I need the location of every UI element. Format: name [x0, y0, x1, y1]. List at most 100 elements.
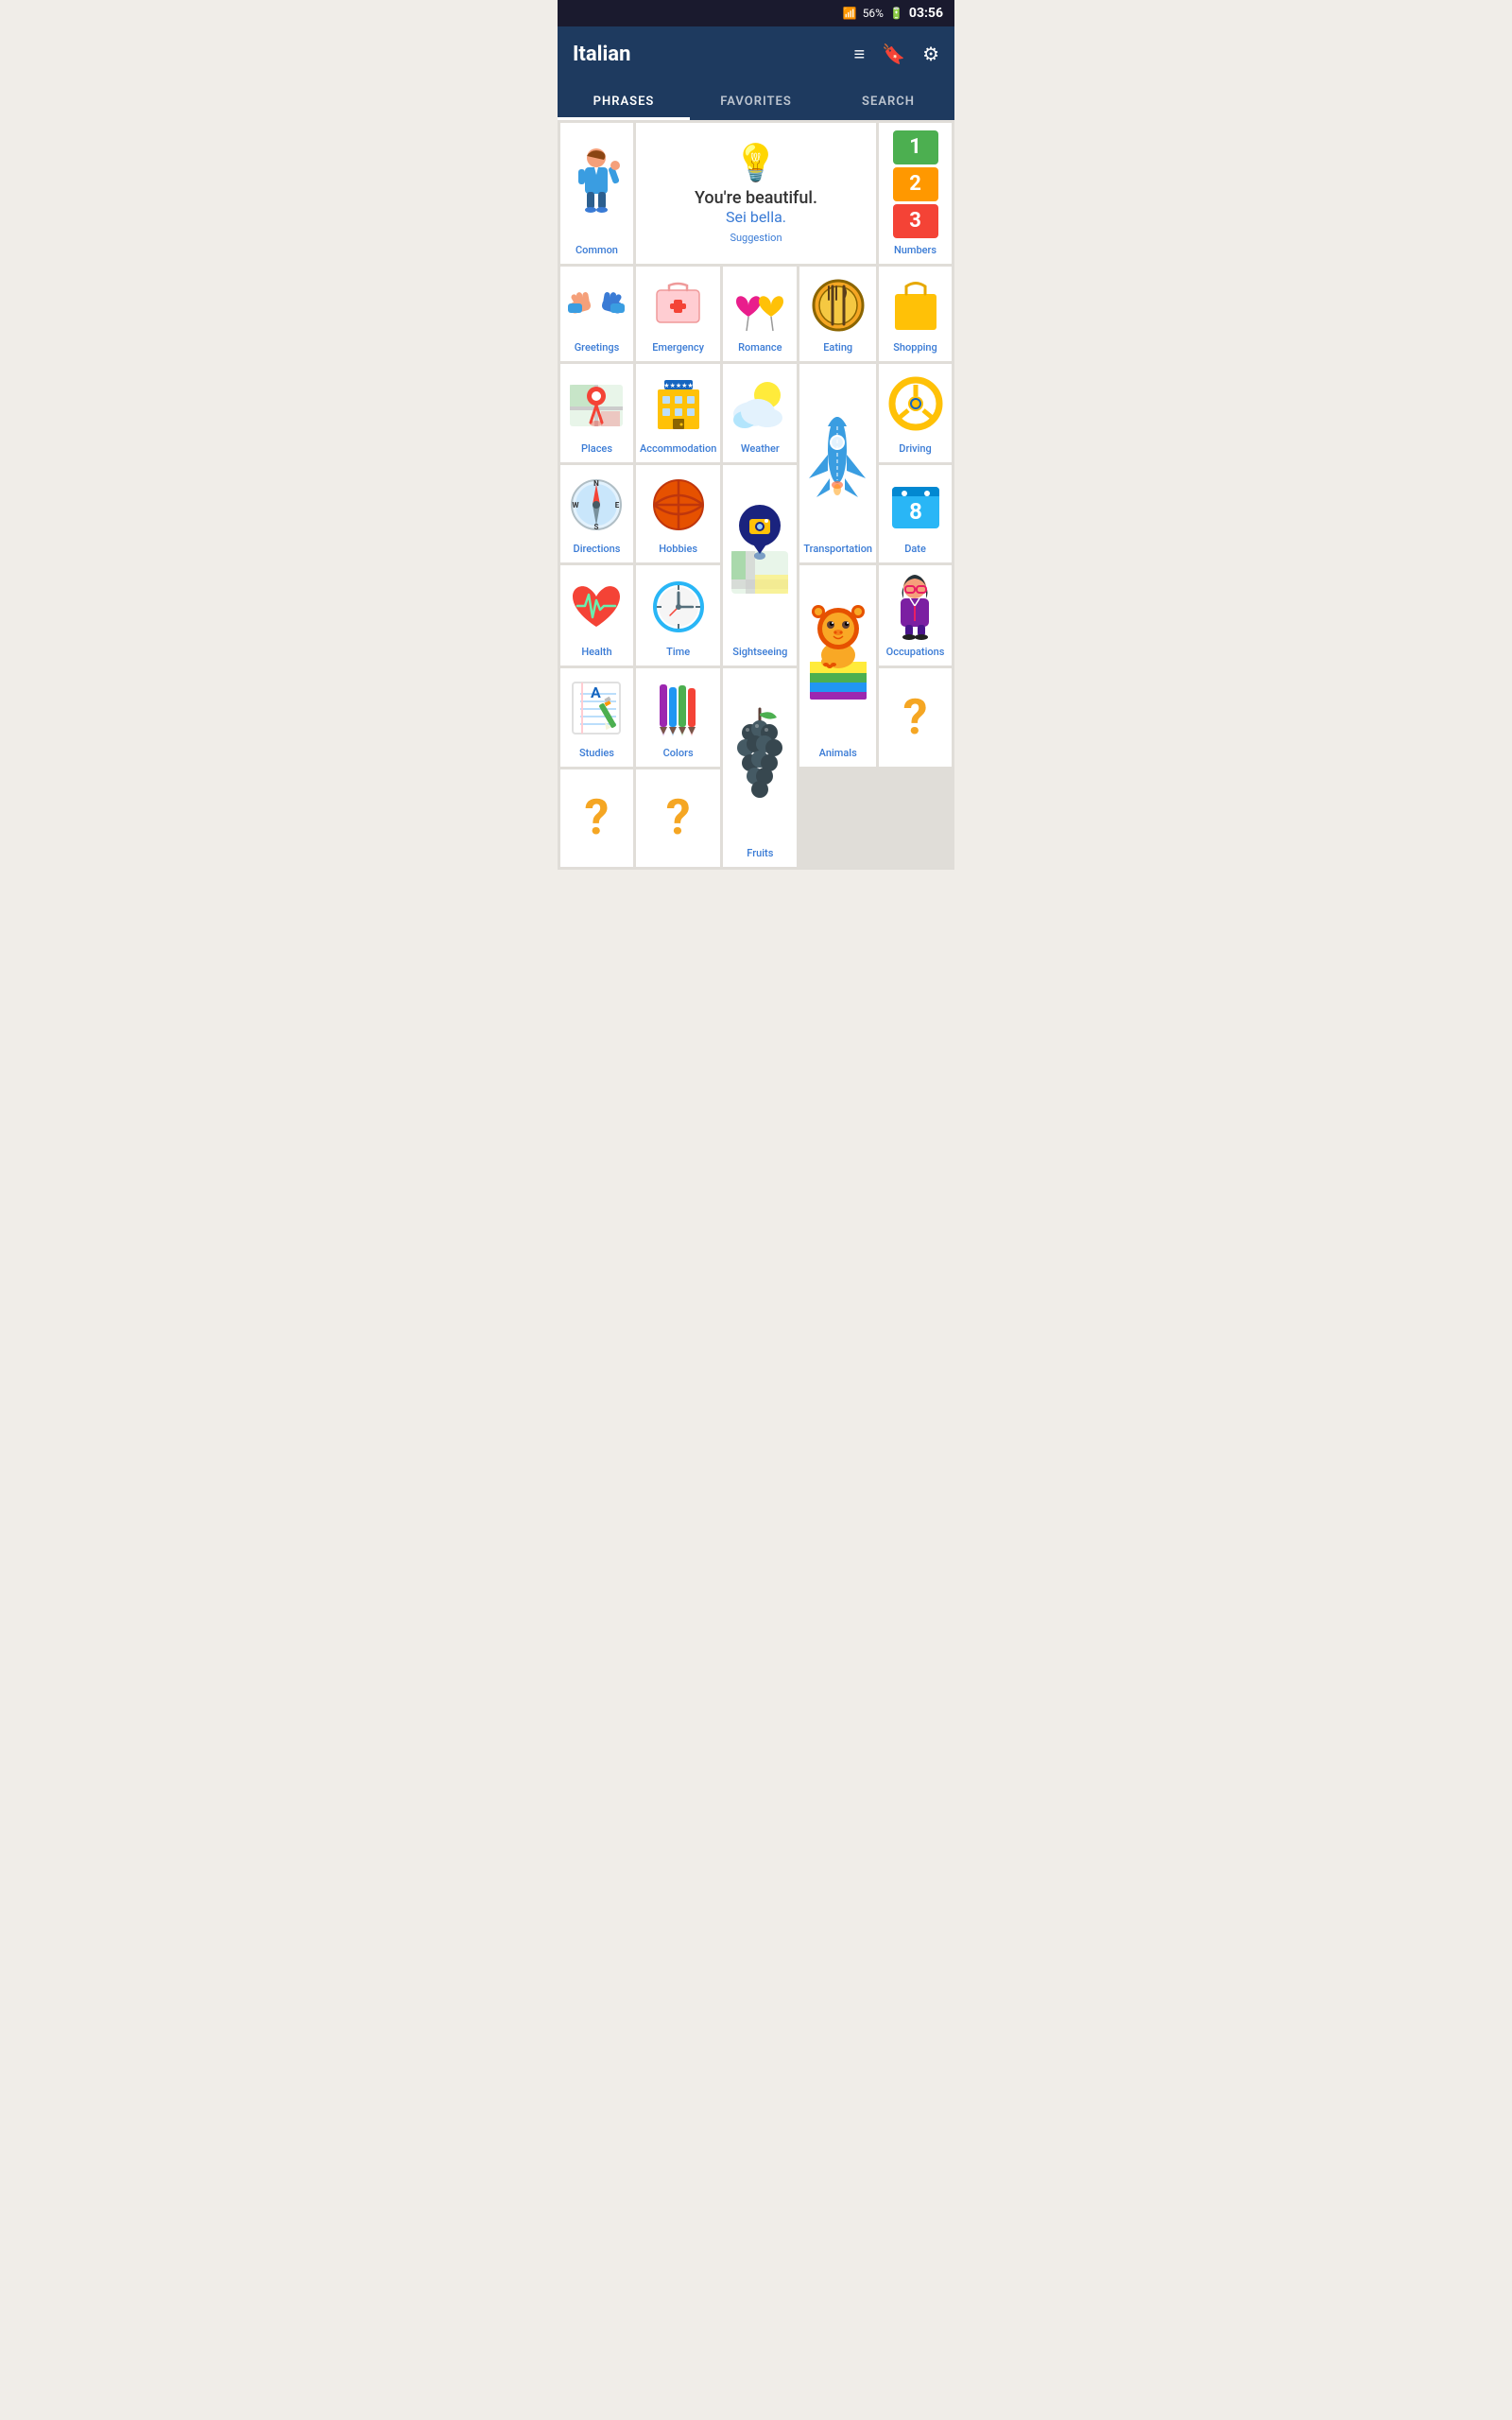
accommodation-label: Accommodation	[640, 442, 716, 455]
category-fruits[interactable]: Fruits	[723, 668, 797, 867]
category-colors[interactable]: Colors	[636, 668, 720, 767]
health-label: Health	[581, 646, 611, 658]
suggestion-english: You're beautiful.	[695, 188, 817, 208]
list-icon[interactable]: ≡	[853, 43, 865, 66]
category-accommodation[interactable]: ★★★★★ Accommodation	[636, 364, 720, 462]
category-directions[interactable]: N S W E Directions	[560, 465, 633, 563]
transportation-label: Transportation	[803, 543, 872, 555]
svg-text:N: N	[594, 479, 600, 488]
category-studies[interactable]: A Studies	[560, 668, 633, 767]
clock: 03:56	[909, 6, 943, 21]
category-sightseeing[interactable]: Sightseeing	[723, 465, 797, 666]
driving-icon	[883, 372, 948, 437]
question-icon-2: ?	[564, 777, 629, 860]
romance-icon	[727, 274, 793, 336]
app-title: Italian	[573, 43, 630, 66]
svg-text:★★★★★: ★★★★★	[663, 382, 693, 389]
shopping-label: Shopping	[893, 341, 937, 354]
studies-label: Studies	[579, 747, 614, 759]
category-animals[interactable]: Animals	[799, 565, 876, 767]
hobbies-icon	[640, 473, 716, 538]
health-icon	[564, 573, 629, 640]
settings-icon[interactable]: ⚙	[922, 43, 939, 65]
category-transportation[interactable]: Transportation	[799, 364, 876, 562]
occupations-label: Occupations	[886, 646, 945, 658]
svg-text:S: S	[594, 523, 599, 531]
battery-icon: 🔋	[889, 7, 903, 20]
shopping-icon	[883, 274, 948, 336]
unknown-category-3[interactable]: ?	[636, 769, 720, 868]
animals-label: Animals	[819, 747, 857, 759]
studies-icon: A	[564, 676, 629, 741]
app-bar: Italian ≡ 🔖 ⚙	[558, 26, 954, 81]
category-romance[interactable]: Romance	[723, 267, 797, 361]
category-hobbies[interactable]: Hobbies	[636, 465, 720, 563]
category-greetings[interactable]: Greetings	[560, 267, 633, 361]
places-icon	[564, 372, 629, 437]
fruits-label: Fruits	[747, 847, 773, 859]
date-icon: 8	[883, 473, 948, 538]
category-occupations[interactable]: Occupations	[879, 565, 952, 666]
transportation-icon	[803, 372, 872, 537]
occupations-icon	[883, 573, 948, 640]
category-emergency[interactable]: Emergency	[636, 267, 720, 361]
tab-phrases[interactable]: PHRASES	[558, 81, 690, 118]
suggestion-italian: Sei bella.	[726, 208, 786, 226]
wifi-icon: 📶	[843, 7, 857, 20]
category-health[interactable]: Health	[560, 565, 633, 666]
sightseeing-icon	[727, 473, 793, 641]
date-label: Date	[904, 543, 926, 555]
numbers-icon: 1 2 3	[883, 130, 948, 238]
category-weather[interactable]: Weather	[723, 364, 797, 462]
bookmark-icon[interactable]: 🔖	[882, 43, 905, 65]
category-driving[interactable]: Driving	[879, 364, 952, 462]
driving-label: Driving	[899, 442, 932, 455]
app-bar-icons: ≡ 🔖 ⚙	[853, 43, 939, 66]
unknown-category-2[interactable]: ?	[560, 769, 633, 868]
category-shopping[interactable]: Shopping	[879, 267, 952, 361]
sightseeing-label: Sightseeing	[732, 646, 787, 658]
time-label: Time	[666, 646, 690, 658]
question-icon-3: ?	[640, 777, 716, 860]
eating-label: Eating	[823, 341, 852, 354]
places-label: Places	[581, 442, 612, 455]
emergency-icon	[640, 274, 716, 336]
animals-icon	[803, 573, 872, 741]
category-date[interactable]: 8 Date	[879, 465, 952, 563]
hobbies-label: Hobbies	[659, 543, 697, 555]
emergency-label: Emergency	[652, 341, 704, 354]
category-places[interactable]: Places	[560, 364, 633, 462]
colors-icon	[640, 676, 716, 741]
svg-text:E: E	[615, 501, 620, 510]
svg-text:W: W	[573, 501, 579, 510]
fruits-icon	[727, 676, 793, 841]
accommodation-icon: ★★★★★	[640, 372, 716, 437]
unknown-category-1[interactable]: ?	[879, 668, 952, 767]
directions-icon: N S W E	[564, 473, 629, 538]
tab-favorites[interactable]: FAVORITES	[690, 81, 822, 118]
weather-label: Weather	[741, 442, 780, 455]
category-eating[interactable]: Eating	[799, 267, 876, 361]
category-numbers[interactable]: 1 2 3 Numbers	[879, 123, 952, 264]
category-time[interactable]: Time	[636, 565, 720, 666]
colors-label: Colors	[663, 747, 694, 759]
tabs: PHRASES FAVORITES SEARCH	[558, 81, 954, 120]
question-icon-1: ?	[883, 676, 948, 759]
time-icon	[640, 573, 716, 640]
suggestion-label: Suggestion	[730, 232, 782, 244]
numbers-label: Numbers	[894, 244, 936, 256]
svg-text:A: A	[591, 683, 601, 701]
romance-label: Romance	[738, 341, 782, 354]
battery-level: 56%	[863, 7, 884, 20]
category-grid: Common 💡 You're beautiful. Sei bella. Su…	[558, 120, 954, 870]
greetings-icon	[564, 274, 629, 336]
tab-search[interactable]: SEARCH	[822, 81, 954, 118]
directions-label: Directions	[574, 543, 621, 555]
status-bar: 📶 56% 🔋 03:56	[558, 0, 954, 26]
svg-text:8: 8	[909, 498, 922, 525]
suggestion-cell[interactable]: 💡 You're beautiful. Sei bella. Suggestio…	[636, 123, 876, 264]
category-common[interactable]: Common	[560, 123, 633, 264]
greetings-label: Greetings	[575, 341, 620, 354]
suggestion-icon: 💡	[733, 143, 778, 184]
common-label: Common	[576, 244, 618, 256]
